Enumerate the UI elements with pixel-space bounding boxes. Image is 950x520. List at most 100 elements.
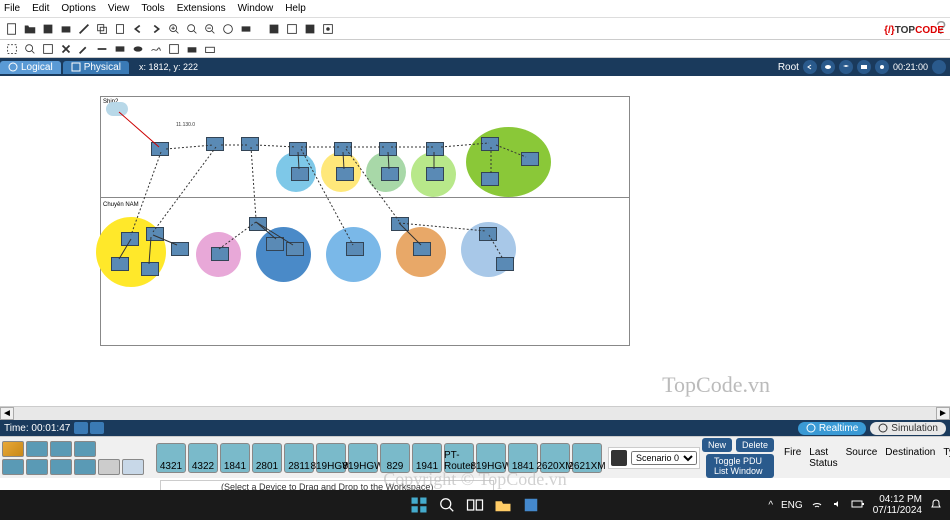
phone-node-3[interactable] (479, 227, 497, 241)
subcat-hubs[interactable] (50, 459, 72, 475)
subcat-routers[interactable] (2, 459, 24, 475)
clock-date[interactable]: 07/11/2024 (873, 505, 922, 516)
cat-network-devices[interactable] (2, 441, 24, 457)
scenario-select[interactable]: Scenario 0 (631, 451, 697, 465)
copy-icon[interactable] (94, 21, 110, 37)
new-file-icon[interactable] (4, 21, 20, 37)
phone-node-2[interactable] (521, 152, 539, 166)
switch-node-6[interactable] (426, 142, 444, 156)
zoom-reset-icon[interactable] (184, 21, 200, 37)
cloud-node[interactable] (106, 102, 128, 116)
switch-node-5[interactable] (379, 142, 397, 156)
undo-icon[interactable] (130, 21, 146, 37)
scenario-icon[interactable] (611, 450, 627, 466)
custom-devices-icon[interactable] (238, 21, 254, 37)
switch-node-7[interactable] (121, 232, 139, 246)
delete-scenario-button[interactable]: Delete (736, 438, 774, 452)
draw-ellipse-icon[interactable] (130, 41, 146, 57)
menu-extensions[interactable]: Extensions (177, 3, 226, 14)
save-icon[interactable] (40, 21, 56, 37)
redo-icon[interactable] (148, 21, 164, 37)
device-model[interactable]: 829 (380, 443, 410, 473)
pc-node-6[interactable] (266, 237, 284, 251)
pdu-col[interactable]: Source (846, 447, 878, 469)
switch-node-9[interactable] (249, 217, 267, 231)
switch-node-10[interactable] (391, 217, 409, 231)
pc-node-10[interactable] (496, 257, 514, 271)
task-view-icon[interactable] (465, 495, 485, 515)
cat-connections[interactable] (74, 441, 96, 457)
new-scenario-button[interactable]: New (702, 438, 732, 452)
workspace-canvas[interactable]: Ship2 Chuyên NAM (0, 76, 950, 406)
device-model[interactable]: 4321 (156, 443, 186, 473)
menu-options[interactable]: Options (61, 3, 95, 14)
volume-icon[interactable] (831, 498, 843, 513)
cat-end-devices[interactable] (26, 441, 48, 457)
device-model[interactable]: 1941 (412, 443, 442, 473)
subcat-switches[interactable] (26, 459, 48, 475)
pc-node-3[interactable] (381, 167, 399, 181)
device-model[interactable]: 4322 (188, 443, 218, 473)
laptop-node-1[interactable] (481, 172, 499, 186)
inspect-icon[interactable] (76, 41, 92, 57)
nav-back-icon[interactable] (803, 60, 817, 74)
settings-icon[interactable] (875, 60, 889, 74)
pdu-complex-icon[interactable] (202, 41, 218, 57)
realtime-button[interactable]: Realtime (798, 422, 866, 435)
pc-node-5[interactable] (211, 247, 229, 261)
device-model[interactable]: 2620XM (540, 443, 570, 473)
print-icon[interactable] (58, 21, 74, 37)
zoom-out-icon[interactable] (202, 21, 218, 37)
resize-icon[interactable] (166, 41, 182, 57)
menu-view[interactable]: View (108, 3, 130, 14)
switch-node-1[interactable] (206, 137, 224, 151)
laptop-node-2[interactable] (171, 242, 189, 256)
menu-tools[interactable]: Tools (141, 3, 164, 14)
view-icon[interactable] (857, 60, 871, 74)
cloud-icon[interactable] (821, 60, 835, 74)
pc-node-9[interactable] (413, 242, 431, 256)
device-model[interactable]: 1841 (508, 443, 538, 473)
note-icon[interactable] (40, 41, 56, 57)
h-scrollbar[interactable]: ◄ ► (0, 406, 950, 420)
panel2-icon[interactable] (284, 21, 300, 37)
start-icon[interactable] (409, 495, 429, 515)
root-label[interactable]: Root (778, 62, 799, 73)
draw-freeform-icon[interactable] (148, 41, 164, 57)
pc-node-2[interactable] (336, 167, 354, 181)
scroll-right-icon[interactable]: ► (936, 407, 950, 420)
menu-edit[interactable]: Edit (32, 3, 49, 14)
server-node-2[interactable] (141, 262, 159, 276)
switch-node-2[interactable] (241, 137, 259, 151)
pc-node-8[interactable] (346, 242, 364, 256)
wizard-icon[interactable] (76, 21, 92, 37)
menu-window[interactable]: Window (238, 3, 274, 14)
select-icon[interactable] (4, 41, 20, 57)
zoom-in-icon[interactable] (166, 21, 182, 37)
draw-line-icon[interactable] (94, 41, 110, 57)
menu-help[interactable]: Help (285, 3, 306, 14)
tray-chevron-icon[interactable]: ^ (768, 500, 773, 511)
pdu-col[interactable]: Fire (784, 447, 801, 469)
device-model[interactable]: 819HGW (348, 443, 378, 473)
scroll-left-icon[interactable]: ◄ (0, 407, 14, 420)
battery-icon[interactable] (851, 499, 865, 512)
layers-icon[interactable] (839, 60, 853, 74)
fast-forward-icon[interactable] (90, 422, 104, 434)
pdu-col[interactable]: Destination (885, 447, 935, 469)
device-model[interactable]: 1841 (220, 443, 250, 473)
device-model[interactable]: 2801 (252, 443, 282, 473)
delete-icon[interactable] (58, 41, 74, 57)
pc-node-1[interactable] (291, 167, 309, 181)
search-icon[interactable] (437, 495, 457, 515)
panel3-icon[interactable] (302, 21, 318, 37)
subcat-wan[interactable] (122, 459, 144, 475)
switch-node-8[interactable] (146, 227, 164, 241)
subcat-wireless[interactable] (74, 459, 96, 475)
wifi-icon[interactable] (811, 498, 823, 513)
panel1-icon[interactable] (266, 21, 282, 37)
notifications-icon[interactable] (930, 498, 942, 513)
pc-node-4[interactable] (426, 167, 444, 181)
device-model[interactable]: 819HGW (476, 443, 506, 473)
subcat-security[interactable] (98, 459, 120, 475)
